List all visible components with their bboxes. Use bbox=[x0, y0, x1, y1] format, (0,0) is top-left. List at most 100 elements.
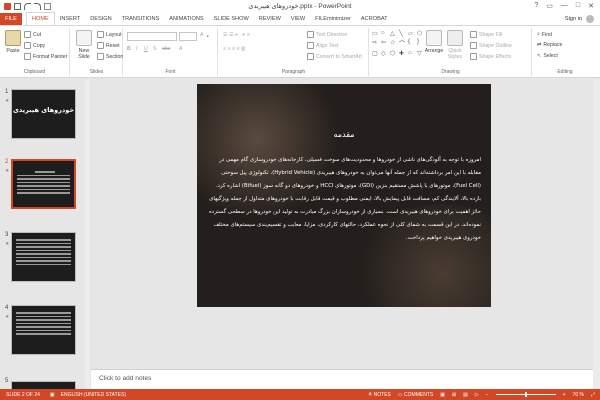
spellcheck-icon[interactable]: ▣ bbox=[50, 392, 55, 398]
notes-pane[interactable]: Click to add notes bbox=[91, 369, 593, 389]
quick-styles-icon bbox=[447, 30, 463, 46]
tab-transitions[interactable]: TRANSITIONS bbox=[117, 13, 165, 25]
thumbnail-number: 5 bbox=[5, 378, 9, 384]
tab-design[interactable]: DESIGN bbox=[85, 13, 116, 25]
slide-editor: مقدمه امروزه با توجه به آلودگی‌های ناشی … bbox=[91, 79, 593, 369]
paste-button[interactable]: Paste bbox=[3, 30, 23, 54]
select-icon: ↖ bbox=[537, 53, 542, 59]
select-button[interactable]: ↖ Select bbox=[537, 53, 558, 59]
tab-view[interactable]: VIEW bbox=[286, 13, 310, 25]
section-button[interactable]: Section bbox=[97, 53, 123, 60]
layout-icon bbox=[97, 31, 104, 38]
slide-thumbnail[interactable] bbox=[11, 305, 76, 355]
title-bar: خودروهای هیبریدی.pptx - PowerPoint ? ▭ —… bbox=[0, 0, 600, 12]
animation-star-icon: ★ bbox=[5, 314, 10, 320]
zoom-slider[interactable] bbox=[495, 392, 556, 397]
italic-button[interactable]: I bbox=[136, 46, 137, 52]
slide-thumbnail-selected[interactable] bbox=[11, 159, 76, 209]
shapes-gallery[interactable]: ▭ ○ △ ╲ ▱ ⬠ ⇨ ⇦ ☆ ⌒{} ▢ ◇ ⬡ ✚ ⌂ ▽ bbox=[372, 30, 422, 58]
align-text-icon bbox=[307, 42, 314, 49]
arrange-button[interactable]: Arrange bbox=[424, 30, 444, 54]
tab-file[interactable]: FILE bbox=[0, 13, 22, 25]
tab-animations[interactable]: ANIMATIONS bbox=[164, 13, 208, 25]
animation-star-icon: ★ bbox=[5, 241, 10, 247]
paragraph-label: Paragraph bbox=[281, 69, 306, 75]
body-paragraph: امروزه با توجه به آلودگی‌های ناشی از خود… bbox=[215, 157, 481, 189]
shape-effects-icon bbox=[470, 53, 477, 60]
cut-button[interactable]: Cut bbox=[24, 31, 41, 38]
convert-smartart-button[interactable]: Convert to SmartArt bbox=[307, 53, 362, 60]
new-slide-button[interactable]: New Slide bbox=[73, 30, 95, 60]
slide-thumbnail[interactable] bbox=[11, 381, 76, 389]
thumbnail-number: 1 bbox=[5, 89, 9, 95]
tab-review[interactable]: REVIEW bbox=[254, 13, 286, 25]
slide-thumbnail[interactable]: خودروهای هیبریدی bbox=[11, 89, 76, 139]
tab-insert[interactable]: INSERT bbox=[55, 13, 85, 25]
bullets-icon[interactable]: ☰ ☰ ⇤ ⇥ ≡ bbox=[223, 32, 250, 38]
section-icon bbox=[97, 53, 104, 60]
notes-toggle[interactable]: ≙ NOTES bbox=[368, 392, 391, 398]
sign-in-link[interactable]: Sign in bbox=[565, 16, 582, 22]
shape-fill-button[interactable]: Shape Fill bbox=[470, 31, 502, 38]
copy-icon bbox=[24, 42, 31, 49]
font-size-dropdown[interactable] bbox=[179, 32, 197, 41]
tab-slide-show[interactable]: SLIDE SHOW bbox=[209, 13, 254, 25]
format-painter-button[interactable]: Format Painter bbox=[24, 53, 67, 60]
align-text-button[interactable]: Align Text bbox=[307, 42, 338, 49]
fit-to-window-icon[interactable]: ⤢ bbox=[591, 392, 595, 398]
notes-placeholder[interactable]: Click to add notes bbox=[99, 375, 151, 382]
reading-view-icon[interactable]: ▤ bbox=[463, 392, 468, 398]
align-icons[interactable]: ≡ ≡ ≡ ≡ ▥ bbox=[223, 46, 246, 52]
shape-outline-button[interactable]: Shape Outline bbox=[470, 42, 512, 49]
slide-body[interactable]: امروزه با توجه به آلودگی‌های ناشی از خود… bbox=[207, 154, 481, 246]
tab-acrobat[interactable]: ACROBAT bbox=[356, 13, 393, 25]
zoom-slider-thumb[interactable] bbox=[524, 392, 527, 397]
slide-thumbnail[interactable] bbox=[11, 232, 76, 282]
zoom-out-button[interactable]: − bbox=[486, 392, 489, 398]
language-indicator[interactable]: ENGLISH (UNITED STATES) bbox=[61, 392, 126, 398]
replace-icon: ⇄ bbox=[537, 42, 542, 48]
tab-fileminimizer[interactable]: FILEminimizer bbox=[310, 13, 356, 25]
quick-styles-button[interactable]: Quick Styles bbox=[445, 30, 465, 60]
underline-button[interactable]: U bbox=[144, 46, 148, 52]
slide-sorter-icon[interactable]: ⊞ bbox=[452, 392, 456, 398]
font-family-dropdown[interactable] bbox=[127, 32, 177, 41]
zoom-level[interactable]: 70 % bbox=[573, 392, 584, 398]
copy-button[interactable]: Copy bbox=[24, 42, 45, 49]
drawing-label: Drawing bbox=[441, 69, 460, 75]
format-painter-icon bbox=[24, 53, 31, 60]
zoom-in-button[interactable]: + bbox=[563, 392, 566, 398]
slides-group: New Slide Layout Reset Section Slides bbox=[71, 28, 123, 76]
font-color-icon[interactable]: A bbox=[179, 46, 182, 52]
new-slide-icon bbox=[76, 30, 92, 46]
layout-button[interactable]: Layout bbox=[97, 31, 122, 38]
strikethrough-button[interactable]: abc bbox=[162, 46, 170, 52]
user-avatar-icon[interactable] bbox=[586, 15, 594, 23]
reset-button[interactable]: Reset bbox=[97, 42, 120, 49]
current-slide[interactable]: مقدمه امروزه با توجه به آلودگی‌های ناشی … bbox=[197, 84, 491, 307]
editing-group: ⌕ Find ⇄ Replace ↖ Select Editing bbox=[533, 28, 597, 76]
slide-thumbnail-panel: 1 ★ خودروهای هیبریدی 2 ★ 3 ★ 4 ★ 5 bbox=[0, 79, 90, 389]
shape-outline-icon bbox=[470, 42, 477, 49]
find-button[interactable]: ⌕ Find bbox=[537, 31, 552, 38]
text-direction-icon bbox=[307, 31, 314, 38]
comments-toggle[interactable]: ▭ COMMENTS bbox=[398, 392, 433, 398]
thumbnail-scrollbar[interactable] bbox=[85, 79, 90, 389]
increase-font-icon[interactable]: A ▲ bbox=[200, 32, 210, 38]
bold-button[interactable]: B bbox=[127, 46, 131, 52]
editor-scrollbar[interactable] bbox=[593, 79, 600, 389]
shape-effects-button[interactable]: Shape Effects bbox=[470, 53, 511, 60]
thumbnail-number: 2 bbox=[5, 159, 9, 165]
thumbnail-title: خودروهای هیبریدی bbox=[12, 106, 75, 114]
slide-counter: SLIDE 2 OF 24 bbox=[6, 391, 40, 398]
replace-button[interactable]: ⇄ Replace bbox=[537, 42, 562, 48]
tab-home[interactable]: HOME bbox=[26, 12, 55, 25]
slide-title[interactable]: مقدمه bbox=[197, 130, 491, 139]
animation-star-icon: ★ bbox=[5, 98, 10, 104]
shadow-button[interactable]: S bbox=[153, 46, 156, 52]
normal-view-icon[interactable]: ▣ bbox=[440, 392, 445, 398]
text-direction-button[interactable]: Text Direction bbox=[307, 31, 347, 38]
slideshow-icon[interactable]: ▷ bbox=[475, 392, 479, 398]
shape-fill-icon bbox=[470, 31, 477, 38]
paragraph-group: ☰ ☰ ⇤ ⇥ ≡ ≡ ≡ ≡ ≡ ▥ Text Direction Align… bbox=[219, 28, 369, 76]
